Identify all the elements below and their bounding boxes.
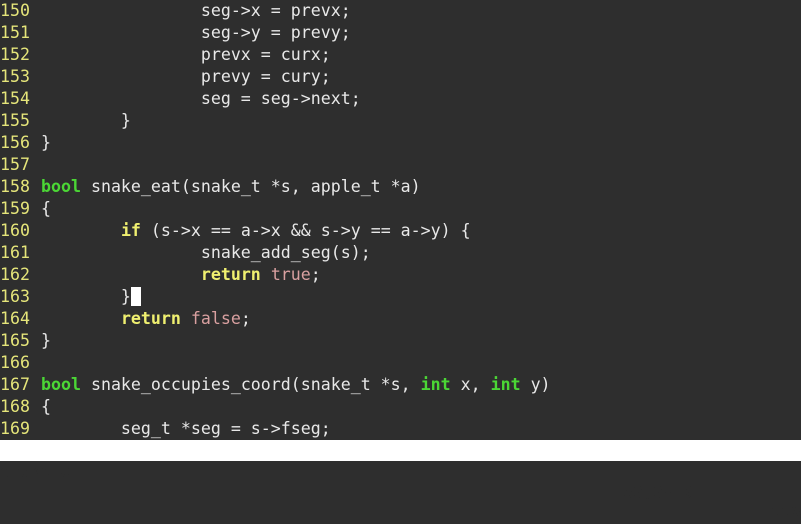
line-number: 166 (0, 353, 30, 372)
line-number: 153 (0, 67, 30, 86)
line-number: 164 (0, 309, 30, 328)
code-text: x, (450, 375, 491, 394)
line-number: 151 (0, 23, 30, 42)
line-number: 157 (0, 155, 30, 174)
line-number: 162 (0, 265, 30, 284)
line-number: 167 (0, 375, 30, 394)
kw-token: return (120, 309, 181, 328)
code-text: (s->x == a->x && s->y == a->y) { (140, 221, 471, 240)
code-text: seg->y = prevy; (41, 23, 351, 42)
code-text: ; (240, 309, 251, 328)
code-text: snake_eat(snake_t *s, apple_t *a) (80, 177, 421, 196)
code-text: ; (310, 265, 321, 284)
line-number: 165 (0, 331, 30, 350)
line-number: 159 (0, 199, 30, 218)
code-text: { (41, 199, 51, 218)
line-number: 168 (0, 397, 30, 416)
code-line[interactable]: 155 } (0, 110, 801, 132)
type-token: int (490, 375, 521, 394)
code-text: y) (520, 375, 551, 394)
line-number: 154 (0, 89, 30, 108)
line-number: 163 (0, 287, 30, 306)
line-number: 155 (0, 111, 30, 130)
line-number: 161 (0, 243, 30, 262)
kw-token: return (200, 265, 261, 284)
line-number: 160 (0, 221, 30, 240)
code-line[interactable]: 168 { (0, 396, 801, 418)
code-text: prevx = curx; (41, 45, 331, 64)
line-number: 158 (0, 177, 30, 196)
code-line[interactable]: 151 seg->y = prevy; (0, 22, 801, 44)
code-text: seg = seg->next; (41, 89, 361, 108)
code-line[interactable]: 152 prevx = curx; (0, 44, 801, 66)
line-number: 169 (0, 419, 30, 438)
code-text: seg_t *seg = s->fseg; (41, 419, 331, 438)
line-number: 152 (0, 45, 30, 64)
line-number: 150 (0, 1, 30, 20)
code-line[interactable]: 163 } (0, 286, 801, 308)
code-line[interactable]: 162 return true; (0, 264, 801, 286)
code-text: { (41, 397, 51, 416)
const-token: true (270, 265, 311, 284)
code-text: } (41, 133, 51, 152)
code-line[interactable]: 150 seg->x = prevx; (0, 0, 801, 22)
code-line[interactable]: 164 return false; (0, 308, 801, 330)
code-line[interactable]: 167 bool snake_occupies_coord(snake_t *s,… (0, 374, 801, 396)
type-token: bool (41, 375, 81, 394)
type-token: int (420, 375, 451, 394)
kw-token: if (120, 221, 141, 240)
code-text: snake_occupies_coord(snake_t *s, (80, 375, 421, 394)
code-text: } (41, 331, 51, 350)
code-line[interactable]: 161 snake_add_seg(s); (0, 242, 801, 264)
text-cursor (130, 287, 141, 306)
code-line[interactable]: 159 { (0, 198, 801, 220)
code-line[interactable]: 158 bool snake_eat(snake_t *s, apple_t *a… (0, 176, 801, 198)
code-line[interactable]: 165} (0, 330, 801, 352)
code-line[interactable]: 157 (0, 154, 801, 176)
code-text: seg->x = prevx; (41, 1, 351, 20)
editor-buffer[interactable]: 150 seg->x = prevx; 151 seg->y = prevy; 15… (0, 0, 801, 440)
code-text: } (41, 287, 131, 306)
code-text: } (41, 111, 131, 130)
code-line[interactable]: 156} (0, 132, 801, 154)
status-scroll-percent: 77% (771, 504, 801, 523)
code-line[interactable]: 154 seg = seg->next; (0, 88, 801, 110)
code-line[interactable]: 169 seg_t *seg = s->fseg; (0, 418, 801, 440)
status-filename: snake.c (0, 462, 70, 481)
code-line[interactable]: 153 prevy = cury; (0, 66, 801, 88)
line-number: 156 (0, 133, 30, 152)
code-text: prevy = cury; (41, 67, 331, 86)
code-line[interactable]: 160 if (s->x == a->x && s->y == a->y) { (0, 220, 801, 242)
code-line[interactable]: 166 (0, 352, 801, 374)
status-cursor-position: 163,3-10 (613, 483, 693, 502)
code-text: snake_add_seg(s); (41, 243, 371, 262)
const-token: false (190, 309, 241, 328)
type-token: bool (41, 177, 81, 196)
status-line: snake.c 163,3-10 77% (0, 440, 801, 523)
